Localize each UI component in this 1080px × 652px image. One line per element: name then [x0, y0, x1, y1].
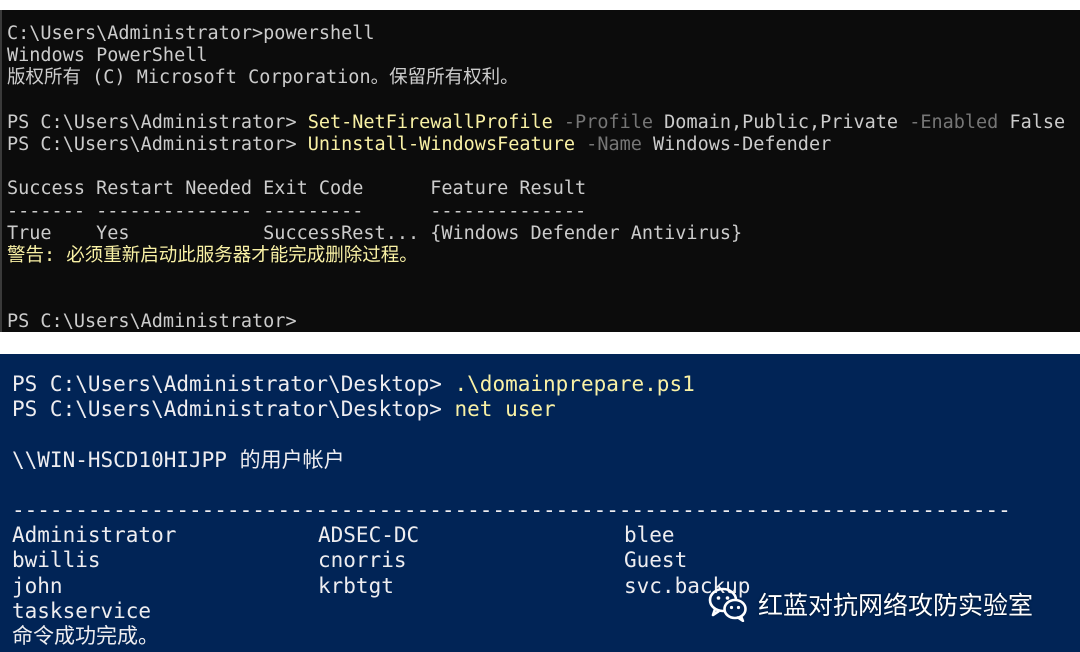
user-name: blee: [624, 523, 675, 548]
user-name: john: [12, 573, 63, 598]
cmdlet: Uninstall-WindowsFeature: [307, 133, 576, 155]
user-name: Administrator: [12, 523, 177, 548]
parameter: -Profile: [552, 111, 665, 133]
warning-message: 警告: 必须重新启动此服务器才能完成删除过程。: [7, 244, 418, 266]
final-prompt[interactable]: PS C:\Users\Administrator>: [7, 311, 1080, 332]
prompt: PS C:\Users\Administrator\Desktop>: [12, 372, 455, 396]
cmd-line: C:\Users\Administrator>powershell: [7, 23, 375, 44]
success-message: 命令成功完成。: [12, 623, 159, 648]
user-name: Guest: [624, 548, 688, 573]
cmd-command-line: PS C:\Users\Administrator> Uninstall-Win…: [7, 134, 1080, 156]
command: net user: [454, 397, 556, 422]
cmd-window[interactable]: C:\Users\Administrator>powershell Windows…: [0, 10, 1080, 332]
ps-command-line: PS C:\Users\Administrator\Desktop> .\dom…: [12, 372, 1080, 397]
command: .\domainprepare.ps1: [454, 372, 695, 396]
parameter: -Name: [575, 133, 654, 155]
user-name: taskservice: [12, 598, 152, 623]
table-row: True Yes SuccessRest... {Windows Defende…: [7, 222, 743, 244]
watermark-text: 红蓝对抗网络攻防实验室: [758, 591, 1034, 620]
accounts-header: \\WIN-HSCD10HIJPP 的用户帐户: [12, 447, 345, 472]
divider-rule: ----------------------------------------…: [12, 497, 1011, 522]
user-name: krbtgt: [318, 573, 394, 598]
wechat-icon: [708, 587, 747, 622]
prompt: PS C:\Users\Administrator>: [7, 133, 308, 155]
argument: Windows-Defender: [653, 133, 832, 155]
cmd-line: Windows PowerShell: [7, 45, 208, 67]
cmd-command-line: PS C:\Users\Administrator> Set-NetFirewa…: [7, 112, 1080, 134]
user-row: bwillis cnorris Guest: [12, 548, 1080, 573]
ps-command-line: PS C:\Users\Administrator\Desktop> net u…: [12, 397, 1080, 422]
prompt: PS C:\Users\Administrator>: [7, 111, 308, 133]
argument: Domain,Public,Private: [664, 111, 899, 133]
user-row: Administrator ADSEC-DC blee: [12, 523, 1080, 548]
user-name: bwillis: [12, 548, 101, 573]
parameter: -Enabled: [898, 111, 1010, 133]
user-name: ADSEC-DC: [318, 523, 420, 548]
watermark: 红蓝对抗网络攻防实验室: [708, 584, 1033, 624]
table-rule: ------- -------------- --------- -------…: [7, 200, 587, 222]
table-header: Success Restart Needed Exit Code Feature…: [7, 178, 587, 200]
prompt: PS C:\Users\Administrator\Desktop>: [12, 397, 455, 422]
cmd-line: 版权所有 (C) Microsoft Corporation。保留所有权利。: [7, 67, 519, 89]
cmdlet: Set-NetFirewallProfile: [307, 111, 553, 133]
argument: False: [1009, 111, 1066, 133]
user-name: cnorris: [318, 548, 407, 573]
